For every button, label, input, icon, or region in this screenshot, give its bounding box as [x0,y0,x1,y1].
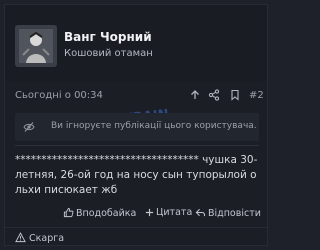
warning-icon [15,232,26,243]
post-message: *********************************** чушк… [15,154,258,196]
quote-button[interactable]: Цитата [145,207,192,218]
post-actions: Вподобайка Цитата Відповісти [5,205,267,223]
author-name[interactable]: Ванг Чорний [64,30,152,44]
post-number[interactable]: #2 [249,90,264,101]
author-block: Ванг Чорний Кошовий отаман [5,5,267,81]
bookmark-icon[interactable] [229,89,241,101]
like-label: Вподобайка [76,208,137,219]
reply-label: Відповісти [208,208,261,219]
post-footer: Скарга [5,227,267,246]
quote-label: Цитата [156,207,193,218]
ignore-notice-text: Ви ігноруєте публікації цього користувач… [51,121,257,131]
ignore-notice[interactable]: Ви ігноруєте публікації цього користувач… [15,113,259,141]
avatar[interactable] [15,25,57,67]
reply-icon [195,208,206,217]
share-icon[interactable] [208,89,220,101]
reply-button[interactable]: Відповісти [195,207,261,219]
post-date[interactable]: Сьогодні о 00:34 [15,90,103,101]
plus-icon [145,208,154,217]
like-button[interactable]: Вподобайка [63,207,136,219]
arrow-up-icon[interactable] [189,89,201,101]
report-button[interactable]: Скарга [15,232,64,244]
divider [15,145,259,146]
avatar-image [15,25,57,67]
thumbs-up-icon [63,207,74,218]
eye-off-icon [23,122,35,132]
report-label: Скарга [29,233,65,244]
post-card: Ванг Чорний Кошовий отаман Сьогодні о 00… [4,4,268,246]
author-title: Кошовий отаман [64,48,153,59]
